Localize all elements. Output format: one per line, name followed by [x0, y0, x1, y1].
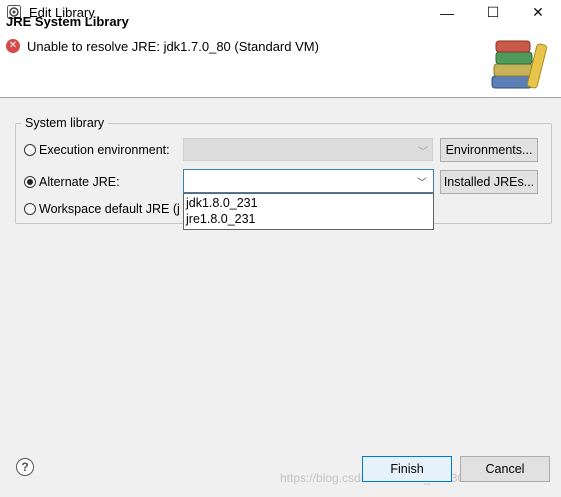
dropdown-item-jdk[interactable]: jdk1.8.0_231	[186, 196, 258, 210]
alternate-jre-label[interactable]: Alternate JRE:	[39, 175, 120, 189]
cancel-button[interactable]: Cancel	[460, 456, 550, 482]
alternate-jre-radio[interactable]	[24, 176, 36, 188]
dropdown-item-jre[interactable]: jre1.8.0_231	[186, 212, 256, 226]
error-message: Unable to resolve JRE: jdk1.7.0_80 (Stan…	[27, 39, 319, 54]
workspace-default-radio[interactable]	[24, 203, 36, 215]
dialog-header	[0, 25, 561, 98]
library-books-icon	[491, 40, 548, 89]
execution-environment-combo	[183, 138, 433, 161]
minimize-button[interactable]: —	[424, 0, 470, 25]
alternate-jre-combo[interactable]	[183, 169, 434, 193]
jre-dropdown-list: jdk1.8.0_231 jre1.8.0_231	[183, 193, 434, 230]
help-icon[interactable]: ?	[16, 458, 34, 476]
header-title: JRE System Library	[6, 14, 129, 29]
group-label: System library	[21, 116, 109, 130]
execution-environment-radio[interactable]	[24, 144, 36, 156]
environments-button[interactable]: Environments...	[440, 138, 538, 162]
error-icon: ✕	[6, 39, 20, 53]
installed-jres-button[interactable]: Installed JREs...	[440, 170, 538, 194]
close-button[interactable]: ✕	[515, 0, 561, 25]
chevron-down-icon: ﹀	[418, 147, 428, 158]
workspace-default-label[interactable]: Workspace default JRE (j	[39, 202, 180, 216]
chevron-down-icon[interactable]: ﹀	[417, 174, 427, 189]
execution-environment-label[interactable]: Execution environment:	[39, 143, 170, 157]
maximize-button[interactable]: ☐	[470, 0, 516, 25]
finish-button[interactable]: Finish	[362, 456, 452, 482]
